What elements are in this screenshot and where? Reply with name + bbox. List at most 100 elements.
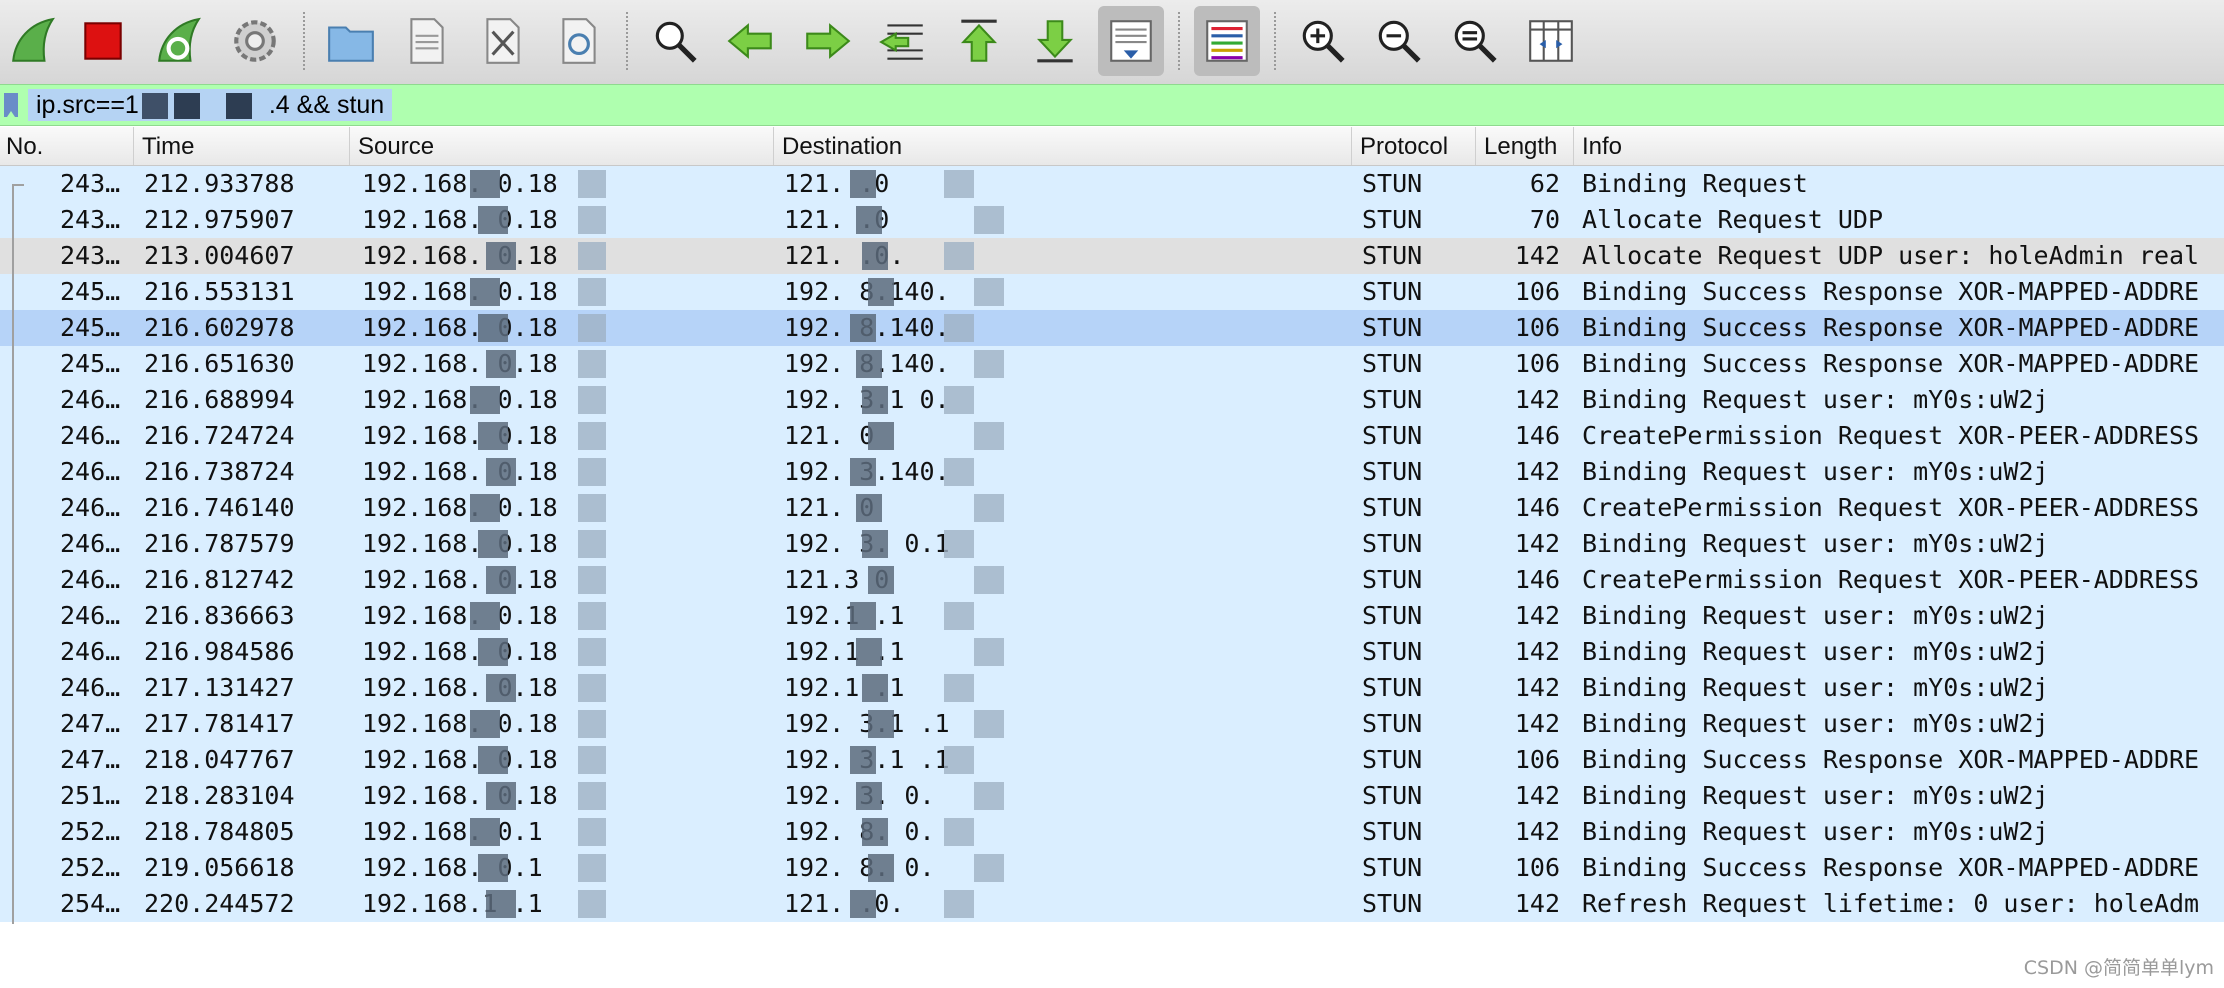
go-first-packet-button[interactable] bbox=[946, 6, 1012, 76]
main-toolbar bbox=[0, 0, 2224, 85]
packet-row[interactable]: 246…216.787579192.168. 0.18192. 3. 0.1ST… bbox=[0, 526, 2224, 562]
packet-cell-no: 245… bbox=[60, 277, 121, 306]
redaction-block bbox=[868, 710, 894, 738]
packet-row[interactable]: 251…218.283104192.168. 0.18192. 3. 0.STU… bbox=[0, 778, 2224, 814]
go-to-packet-button[interactable] bbox=[870, 6, 936, 76]
zoom-out-button[interactable] bbox=[1366, 6, 1432, 76]
capture-options-button[interactable] bbox=[222, 6, 288, 76]
colorize-button[interactable] bbox=[1194, 6, 1260, 76]
packet-row[interactable]: 246… 216.738724 192.168. 0.18 192. 3.140. ST… bbox=[0, 454, 2224, 490]
go-forward-icon bbox=[806, 23, 851, 59]
close-file-icon bbox=[486, 18, 520, 64]
packet-row[interactable]: 252… 218.784805 192.168. 0.1 192. 8. 0. STUN… bbox=[0, 814, 2224, 850]
reload-file-button[interactable] bbox=[546, 6, 612, 76]
display-filter-bar: ip.src==1 .4 && stun bbox=[0, 84, 2224, 126]
packet-cell-src: 192.168. 0.18 bbox=[362, 745, 558, 774]
packet-cell-info: Allocate Request UDP bbox=[1582, 205, 1884, 234]
column-header-info[interactable]: Info bbox=[1576, 127, 2224, 165]
redaction-block bbox=[944, 458, 974, 486]
redaction-block bbox=[944, 242, 974, 270]
redaction-block bbox=[578, 278, 606, 306]
packet-cell-proto: STUN bbox=[1362, 817, 1423, 846]
go-first-packet-icon bbox=[960, 19, 998, 62]
packet-cell-proto: STUN bbox=[1362, 169, 1423, 198]
packet-cell-time: 218.784805 bbox=[144, 817, 295, 846]
redaction-block bbox=[486, 674, 516, 702]
redaction-block bbox=[578, 638, 606, 666]
redaction-block bbox=[868, 278, 894, 306]
packet-row[interactable]: 246… 216.724724 192.168. 0.18 121. 0 STUN 146… bbox=[0, 418, 2224, 454]
packet-row[interactable]: 243… 212.975907 192.168. 0.18 121. .0 STUN 70… bbox=[0, 202, 2224, 238]
display-filter-input[interactable]: ip.src==1 .4 && stun bbox=[28, 89, 393, 121]
packet-row[interactable]: 246… 216.984586 192.168. 0.18 192.1 .1 STUN 1… bbox=[0, 634, 2224, 670]
column-header-protocol[interactable]: Protocol bbox=[1354, 127, 1476, 165]
packet-row[interactable]: 243… 212.933788 192.168. 0.18 121. .0 STUN 62… bbox=[0, 166, 2224, 202]
packet-row[interactable]: 243… 213.004607 192.168. 0.18 121. .0. STUN 1… bbox=[0, 238, 2224, 274]
redaction-block bbox=[578, 494, 606, 522]
packet-row[interactable]: 246… 216.746140 192.168. 0.18 121. 0 STUN 146… bbox=[0, 490, 2224, 526]
go-back-button[interactable] bbox=[718, 6, 784, 76]
packet-row[interactable]: 246…216.688994192.168. 0.18192. 3.1 0.ST… bbox=[0, 382, 2224, 418]
resize-columns-button[interactable] bbox=[1518, 6, 1584, 76]
packet-row[interactable]: 245… 216.651630 192.168. 0.18 192. 8.140. ST… bbox=[0, 346, 2224, 382]
packet-cell-len: 142 bbox=[1514, 601, 1560, 630]
find-packet-button[interactable] bbox=[642, 6, 708, 76]
zoom-in-button[interactable] bbox=[1290, 6, 1356, 76]
bookmark-icon[interactable] bbox=[4, 93, 18, 117]
normal-size-button[interactable] bbox=[1442, 6, 1508, 76]
packet-cell-proto: STUN bbox=[1362, 493, 1423, 522]
redaction-block bbox=[850, 458, 876, 486]
redaction-block bbox=[141, 93, 168, 120]
start-capture-button[interactable] bbox=[0, 6, 66, 76]
packet-list-header: No. Time Source Destination Protocol Len… bbox=[0, 127, 2224, 166]
restart-capture-button[interactable] bbox=[146, 6, 212, 76]
redaction-block bbox=[944, 890, 974, 918]
packet-row[interactable]: 246… 216.836663 192.168. 0.18 192.1 .1 STUN 1… bbox=[0, 598, 2224, 634]
capture-options-icon bbox=[234, 20, 276, 62]
packet-row[interactable]: 246… 216.812742 192.168. 0.18 121.3 0 STUN 14… bbox=[0, 562, 2224, 598]
packet-row[interactable]: 247… 217.781417 192.168. 0.18 192. 3.1 .1 ST… bbox=[0, 706, 2224, 742]
packet-cell-src: 192.168. 0.18 bbox=[362, 385, 558, 414]
redaction-block bbox=[486, 890, 516, 918]
column-header-time[interactable]: Time bbox=[136, 127, 350, 165]
close-file-button[interactable] bbox=[470, 6, 536, 76]
save-file-button[interactable] bbox=[394, 6, 460, 76]
redaction-block bbox=[850, 314, 876, 342]
redaction-block bbox=[470, 170, 500, 198]
redaction-block bbox=[856, 494, 882, 522]
auto-scroll-button[interactable] bbox=[1098, 6, 1164, 76]
redaction-block bbox=[856, 782, 882, 810]
redaction-block bbox=[470, 278, 500, 306]
packet-row[interactable]: 245… 216.602978 192.168. 0.18 192. 8.140. ST… bbox=[0, 310, 2224, 346]
packet-row[interactable]: 245… 216.553131 192.168. 0.18 192. 8.140. ST… bbox=[0, 274, 2224, 310]
go-forward-button[interactable] bbox=[794, 6, 860, 76]
stop-capture-button[interactable] bbox=[70, 6, 136, 76]
packet-row[interactable]: 254… 220.244572 192.168.1 .1 121. .0. STUN 14… bbox=[0, 886, 2224, 922]
redaction-block bbox=[478, 746, 508, 774]
packet-cell-src: 192.168.1 .1 bbox=[362, 889, 543, 918]
redaction-block bbox=[470, 710, 500, 738]
redaction-block bbox=[173, 93, 200, 120]
go-last-packet-button[interactable] bbox=[1022, 6, 1088, 76]
column-header-length[interactable]: Length bbox=[1478, 127, 1574, 165]
packet-cell-info: CreatePermission Request XOR-PEER-ADDRES… bbox=[1582, 565, 2200, 594]
packet-cell-no: 246… bbox=[60, 601, 121, 630]
packet-cell-proto: STUN bbox=[1362, 313, 1423, 342]
redaction-block bbox=[578, 890, 606, 918]
column-header-source[interactable]: Source bbox=[352, 127, 774, 165]
packet-cell-time: 212.975907 bbox=[144, 205, 295, 234]
column-header-no[interactable]: No. bbox=[0, 127, 134, 165]
redaction-block bbox=[944, 314, 974, 342]
packet-row[interactable]: 252… 219.056618 192.168. 0.1 192. 8. 0. STUN… bbox=[0, 850, 2224, 886]
packet-row[interactable]: 247… 218.047767 192.168. 0.18 192. 3.1 .1 ST… bbox=[0, 742, 2224, 778]
packet-cell-no: 252… bbox=[60, 853, 121, 882]
packet-cell-proto: STUN bbox=[1362, 385, 1423, 414]
column-header-destination[interactable]: Destination bbox=[776, 127, 1352, 165]
packet-cell-time: 216.836663 bbox=[144, 601, 295, 630]
packet-cell-len: 142 bbox=[1514, 241, 1560, 270]
packet-cell-no: 246… bbox=[60, 529, 121, 558]
open-file-button[interactable] bbox=[318, 6, 384, 76]
packet-cell-len: 142 bbox=[1514, 637, 1560, 666]
packet-row[interactable]: 246… 217.131427 192.168. 0.18 192.1 .1 STUN 1… bbox=[0, 670, 2224, 706]
packet-cell-time: 216.651630 bbox=[144, 349, 295, 378]
